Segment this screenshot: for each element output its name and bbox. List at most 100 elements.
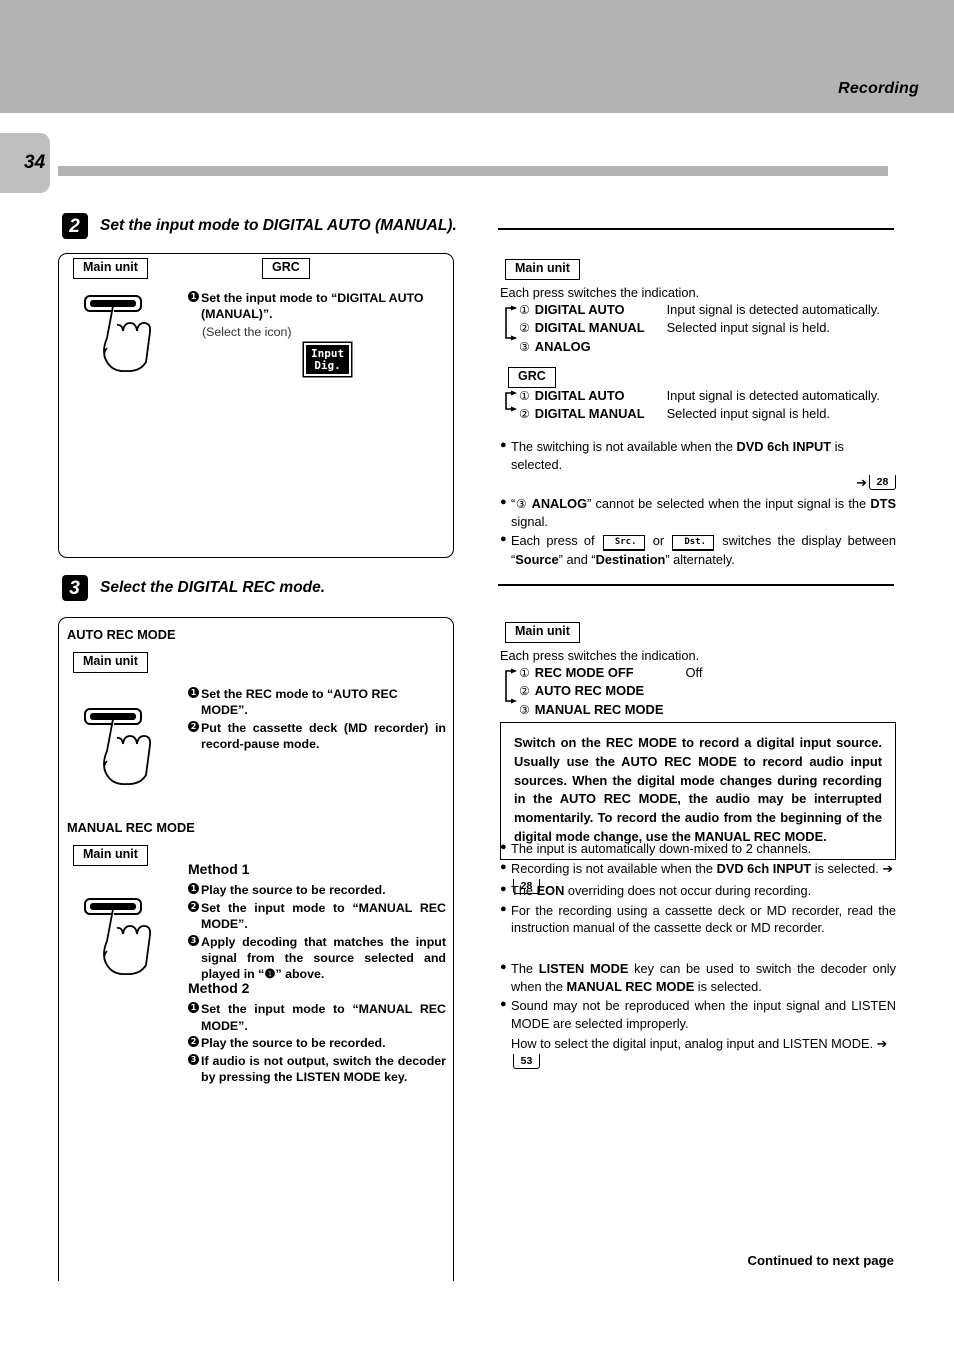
bullet-text: Each press of Src. or Dst. switches the … bbox=[511, 533, 896, 567]
howto-row: How to select the digital input, analog … bbox=[500, 1035, 896, 1071]
step-2-each-press: Each press switches the indication. bbox=[500, 285, 700, 300]
bullet-text: For the recording using a cassette deck … bbox=[511, 902, 896, 936]
marker-2-icon: 2 bbox=[188, 720, 199, 732]
marker-3-icon: 3 bbox=[188, 934, 199, 946]
sequence-row: ① DIGITAL AUTO Input signal is detected … bbox=[519, 302, 880, 317]
sequence-row: ① REC MODE OFF Off bbox=[519, 665, 703, 680]
bullet-text: The EON overriding does not occur during… bbox=[511, 883, 812, 898]
page-ref-row: ➔ 28 bbox=[500, 474, 896, 493]
marker-1-icon: 1 bbox=[188, 291, 199, 302]
marker-3-icon: 3 bbox=[188, 1053, 199, 1065]
dst-key-icon[interactable]: Dst. bbox=[672, 535, 715, 551]
step-2-sub-note: (Select the icon) bbox=[202, 325, 292, 339]
section-title: Recording bbox=[838, 80, 919, 97]
bullet-dot-icon: ● bbox=[500, 883, 507, 895]
arrow-right-icon: ➔ bbox=[882, 861, 894, 877]
tag-grc-step2: GRC bbox=[262, 258, 310, 279]
sequence-row: ② DIGITAL MANUAL Selected input signal i… bbox=[519, 406, 830, 422]
step-3-divider bbox=[498, 584, 894, 586]
step-3-sequence: ① REC MODE OFF Off ② AUTO REC MODE ③ MAN… bbox=[519, 664, 702, 719]
bullet-text: The input is automatically down-mixed to… bbox=[511, 841, 812, 856]
loop-arrow-bracket-icon bbox=[505, 305, 517, 341]
tag-grc-step2-right: GRC bbox=[508, 367, 556, 388]
bullet-item: ● Each press of Src. or Dst. switches th… bbox=[500, 532, 896, 568]
tag-main-unit-step2-right: Main unit bbox=[505, 259, 580, 280]
sequence-row: ③ ANALOG bbox=[519, 338, 591, 354]
step-2-main-unit-sequence: ① DIGITAL AUTO Input signal is detected … bbox=[519, 301, 880, 356]
instruction-text: Play the source to be recorded. bbox=[201, 883, 386, 898]
sequence-row: ① DIGITAL AUTO Input signal is detected … bbox=[519, 388, 880, 403]
step-3-badge: 3 bbox=[62, 575, 88, 601]
bullet-item: ● “③ ANALOG” cannot be selected when the… bbox=[500, 495, 896, 530]
hand-pressing-button-icon bbox=[84, 295, 152, 372]
bullet-dot-icon: ● bbox=[500, 841, 507, 853]
marker-2-icon: 2 bbox=[188, 1036, 199, 1048]
step-2-badge: 2 bbox=[62, 213, 88, 239]
step-3-each-press: Each press switches the indication. bbox=[500, 648, 700, 663]
bullet-dot-icon: ● bbox=[500, 961, 507, 973]
step-3-bullets-b: ● The EON overriding does not occur duri… bbox=[500, 882, 896, 939]
page-reference-icon[interactable]: 53 bbox=[513, 1054, 540, 1070]
tag-main-unit-step2: Main unit bbox=[73, 258, 148, 279]
step-2-title: Set the input mode to DIGITAL AUTO (MANU… bbox=[100, 217, 457, 234]
instruction-text: Put the cassette deck (MD recorder) in r… bbox=[201, 720, 446, 752]
step-3-bullets-c: ● The LISTEN MODE key can be used to swi… bbox=[500, 960, 896, 1073]
bullet-item: ● The switching is not available when th… bbox=[500, 438, 896, 473]
page-number: 34 bbox=[24, 152, 46, 173]
bullet-item: ● Sound may not be reproduced when the i… bbox=[500, 997, 896, 1032]
manual-rec-mode-heading: MANUAL REC MODE bbox=[67, 820, 195, 835]
method-1-block: Method 1 1 Play the source to be recorde… bbox=[188, 858, 446, 984]
instruction-text: Apply decoding that matches the input si… bbox=[201, 934, 446, 982]
page-reference-icon[interactable]: 28 bbox=[869, 475, 896, 491]
instruction-text: Set the input mode to “DIGITAL AUTO (MAN… bbox=[201, 291, 424, 322]
instruction-text: Set the REC mode to “AUTO REC MODE”. bbox=[201, 687, 398, 718]
bullet-dot-icon: ● bbox=[500, 495, 507, 508]
bullet-dot-icon: ● bbox=[500, 439, 507, 451]
step-2-instructions: 1 Set the input mode to “DIGITAL AUTO (M… bbox=[188, 290, 446, 324]
bullet-dot-icon: ● bbox=[500, 902, 507, 915]
bullet-dot-icon: ● bbox=[500, 998, 507, 1011]
header-rule bbox=[58, 166, 888, 176]
bullet-item: ● For the recording using a cassette dec… bbox=[500, 902, 896, 937]
bullet-item: ● The EON overriding does not occur duri… bbox=[500, 882, 896, 900]
method-1-heading: Method 1 bbox=[188, 861, 250, 877]
howto-text: How to select the digital input, analog … bbox=[511, 1035, 888, 1070]
hand-pressing-button-icon bbox=[84, 708, 152, 785]
auto-rec-mode-heading: AUTO REC MODE bbox=[67, 627, 176, 642]
loop-arrow-bracket-icon bbox=[505, 390, 517, 412]
src-key-icon[interactable]: Src. bbox=[602, 535, 645, 551]
arrow-right-icon: ➔ bbox=[856, 476, 867, 492]
marker-1-icon: 1 bbox=[188, 883, 199, 895]
instruction-text: Set the input mode to “MANUAL REC MODE”. bbox=[201, 1002, 446, 1033]
marker-1-icon: 1 bbox=[188, 1002, 199, 1014]
sequence-row: ② AUTO REC MODE bbox=[519, 683, 645, 699]
bullet-text: “③ ANALOG” cannot be selected when the i… bbox=[511, 495, 896, 529]
instruction-text: Set the input mode to “MANUAL REC MODE”. bbox=[201, 900, 446, 932]
step-2-bullets: ● The switching is not available when th… bbox=[500, 438, 896, 570]
step-3-title: Select the DIGITAL REC mode. bbox=[100, 579, 326, 596]
bullet-dot-icon: ● bbox=[500, 533, 507, 546]
arrow-right-icon: ➔ bbox=[876, 1036, 888, 1052]
step-2-heading: 2 Set the input mode to DIGITAL AUTO (MA… bbox=[62, 213, 457, 239]
bullet-text: Sound may not be reproduced when the inp… bbox=[511, 998, 896, 1031]
lcd-input-dig-icon: Input Dig. bbox=[306, 345, 350, 375]
bullet-text: The switching is not available when the … bbox=[511, 439, 844, 472]
instruction-text: Play the source to be recorded. bbox=[201, 1036, 386, 1051]
tag-main-unit-auto: Main unit bbox=[73, 652, 148, 673]
step-2-divider bbox=[498, 228, 894, 230]
tag-main-unit-manual: Main unit bbox=[73, 845, 148, 866]
step-3-heading: 3 Select the DIGITAL REC mode. bbox=[62, 575, 325, 601]
bullet-text: The LISTEN MODE key can be used to switc… bbox=[511, 961, 897, 994]
method-2-heading: Method 2 bbox=[188, 980, 250, 996]
bullet-item: ● The input is automatically down-mixed … bbox=[500, 840, 896, 858]
marker-1-icon: 1 bbox=[188, 687, 199, 698]
marker-2-icon: 2 bbox=[188, 900, 199, 912]
bullet-item: ● The LISTEN MODE key can be used to swi… bbox=[500, 960, 896, 995]
sequence-row: ③ MANUAL REC MODE bbox=[519, 701, 664, 717]
continued-note: Continued to next page bbox=[747, 1253, 894, 1268]
sequence-row: ② DIGITAL MANUAL Selected input signal i… bbox=[519, 320, 830, 336]
method-2-block: Method 2 1 Set the input mode to “MANUAL… bbox=[188, 977, 446, 1086]
instruction-text: If audio is not output, switch the decod… bbox=[201, 1053, 446, 1084]
header-band bbox=[0, 0, 954, 113]
step-2-grc-sequence: ① DIGITAL AUTO Input signal is detected … bbox=[519, 387, 880, 424]
